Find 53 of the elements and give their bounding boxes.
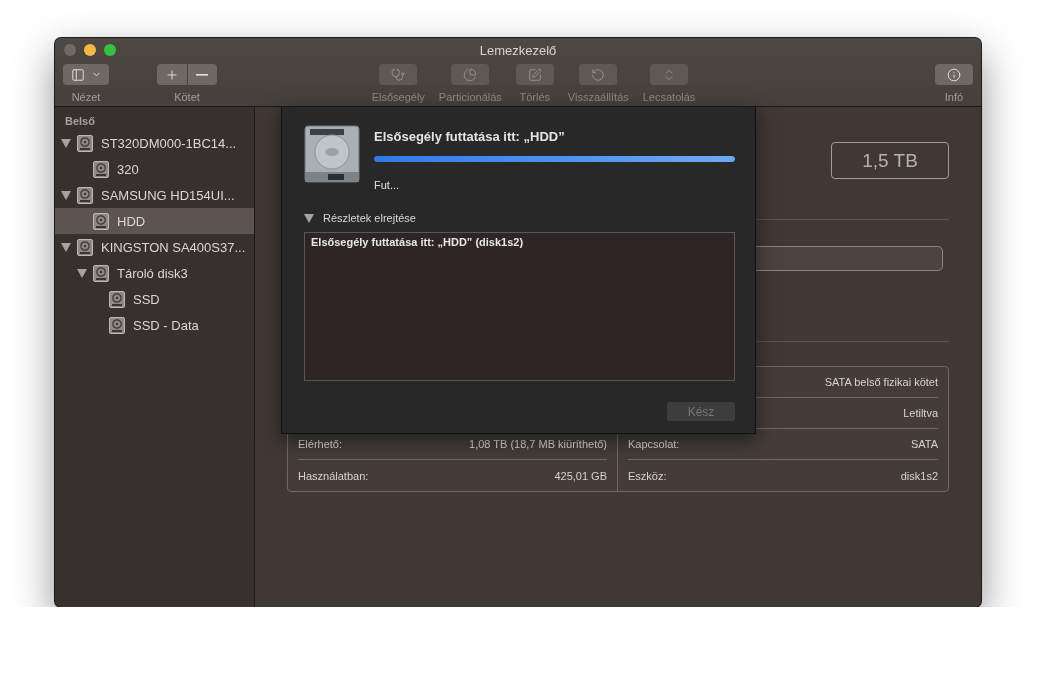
sidebar-item[interactable]: SSD - Data — [55, 312, 254, 338]
sidebar-item[interactable]: KINGSTON SA400S37... — [55, 234, 254, 260]
capacity-label: 1,5 TB — [831, 142, 949, 179]
info-value: SATA belső fizikai kötet — [824, 376, 938, 388]
window-title: Lemezkezelő — [479, 43, 557, 59]
toolbar-label: Kötet — [174, 91, 200, 103]
undo-icon — [591, 67, 606, 82]
info-button[interactable] — [935, 64, 973, 85]
sidebar-item[interactable]: SSD — [55, 286, 254, 312]
toolbar-label: Törlés — [519, 91, 551, 103]
minus-icon — [196, 73, 209, 76]
sidebar-icon — [70, 67, 85, 82]
remove-volume-button[interactable] — [187, 64, 217, 85]
info-label: Eszköz: — [628, 469, 667, 482]
toolbar-label: Infó — [944, 91, 964, 103]
sidebar-item[interactable]: 320 — [55, 156, 254, 182]
zoom-button[interactable] — [104, 44, 116, 56]
info-value: Letiltva — [903, 407, 938, 419]
log-text: Elsősegély futtatása itt: „HDD” (disk1s2) — [304, 232, 735, 381]
details-toggle[interactable]: Részletek elrejtése — [304, 212, 416, 224]
add-volume-button[interactable] — [157, 64, 187, 85]
sidebar-item[interactable]: SAMSUNG HD154UI... — [55, 182, 254, 208]
toolbar-label: Particionálás — [438, 91, 502, 103]
toolbar-label: Nézet — [71, 91, 101, 103]
sheet-title: Elsősegély futtatása itt: „HDD” — [374, 129, 566, 144]
pen-icon — [527, 67, 542, 82]
info-value: disk1s2 — [900, 469, 938, 482]
view-button[interactable] — [63, 64, 109, 85]
disclosure-triangle-icon[interactable] — [61, 242, 71, 252]
toolbar-label: Visszaállítás — [567, 91, 629, 103]
toolbar-label: Lecsatolás — [642, 91, 696, 103]
info-value: SATA — [910, 438, 938, 450]
info-label: Kapcsolat: — [628, 438, 680, 450]
plus-icon — [164, 67, 179, 82]
minimize-button[interactable] — [84, 44, 96, 56]
hard-drive-icon — [304, 125, 360, 183]
stethoscope-icon — [391, 67, 406, 82]
disclosure-triangle-icon[interactable] — [304, 213, 314, 223]
info-icon — [947, 67, 961, 82]
sidebar-item[interactable]: ST320DM000-1BC14... — [55, 130, 254, 156]
sidebar-section-title: Belső — [64, 115, 96, 129]
info-value: 1,08 TB (18,7 MB kiüríthető) — [469, 438, 607, 450]
disclosure-triangle-icon[interactable] — [61, 138, 71, 148]
toolbar-label: Elsősegély — [371, 91, 425, 103]
disclosure-triangle-icon[interactable] — [77, 268, 87, 278]
status-text: Fut... — [374, 179, 401, 191]
sidebar-item[interactable]: Tároló disk3 — [55, 260, 254, 286]
pie-chart-icon — [463, 67, 478, 82]
sidebar-item[interactable]: HDD — [55, 208, 254, 234]
disclosure-triangle-icon[interactable] — [61, 190, 71, 200]
info-label: Használatban: — [298, 469, 369, 482]
info-label: Elérhető: — [298, 438, 343, 450]
info-value: 425,01 GB — [554, 469, 607, 482]
